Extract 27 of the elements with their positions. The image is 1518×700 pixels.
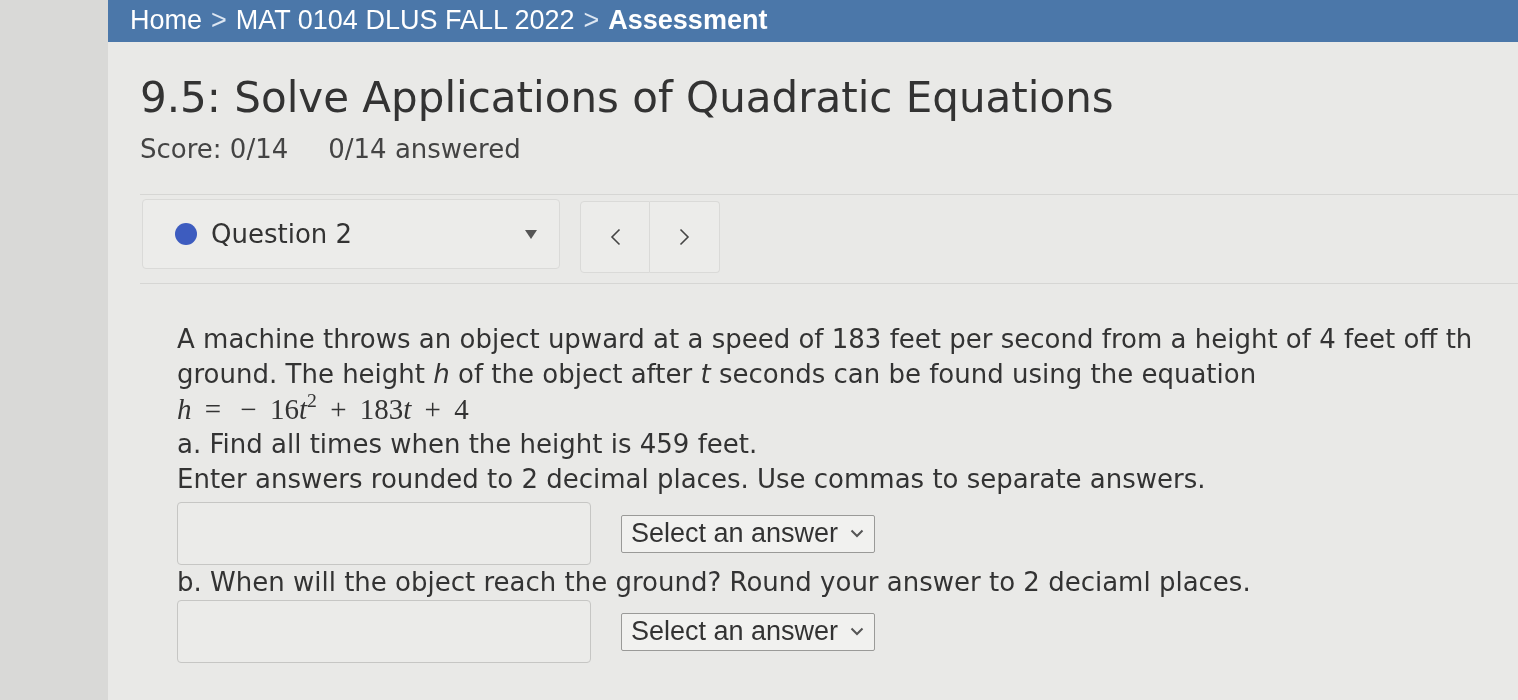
chevron-down-icon [850, 529, 865, 538]
answer-input[interactable] [177, 600, 591, 663]
unit-select[interactable]: Select an answer [621, 514, 876, 553]
unit-select[interactable]: Select an answer [621, 612, 876, 651]
breadcrumb-separator: > [211, 5, 227, 36]
question-selector[interactable]: Question 2 [142, 199, 560, 269]
problem-text: ground. The height h of the object after t seconds can be found using the equation [177, 358, 1257, 391]
breadcrumb-current: Assessment [608, 5, 768, 36]
next-button[interactable] [650, 201, 720, 273]
answered-count: 0/14 answered [328, 134, 521, 164]
breadcrumb-separator: > [583, 5, 600, 36]
chevron-left-icon [609, 228, 621, 246]
status-dot-icon [175, 223, 197, 245]
problem-text: A machine throws an object upward at a speed of 183 feet per second from a height of 4 feet off th [177, 323, 1473, 356]
question-prompt: Enter answers rounded to 2 decimal places. Use commas to separate answers. [177, 463, 1206, 496]
question-prompt: a. Find all times when the height is 459 feet. [177, 428, 758, 461]
equation: h = − 16t$^{2}$ + 183t + 4 [177, 392, 469, 427]
caret-down-icon [525, 229, 537, 239]
assessment-title: 9.5: Solve Applications of Quadratic Equations [140, 74, 1115, 122]
chevron-down-icon [850, 627, 865, 636]
question-prompt: b. When will the object reach the ground? Round your answer to 2 deciaml places. [177, 566, 1251, 599]
breadcrumb-link[interactable]: Home [130, 5, 203, 36]
previous-button[interactable] [580, 201, 650, 273]
answer-input[interactable] [177, 502, 591, 565]
score-text: Score: 0/14 [140, 134, 289, 164]
breadcrumb-link[interactable]: MAT 0104 DLUS FALL 2022 [235, 5, 575, 36]
chevron-right-icon [679, 228, 690, 246]
